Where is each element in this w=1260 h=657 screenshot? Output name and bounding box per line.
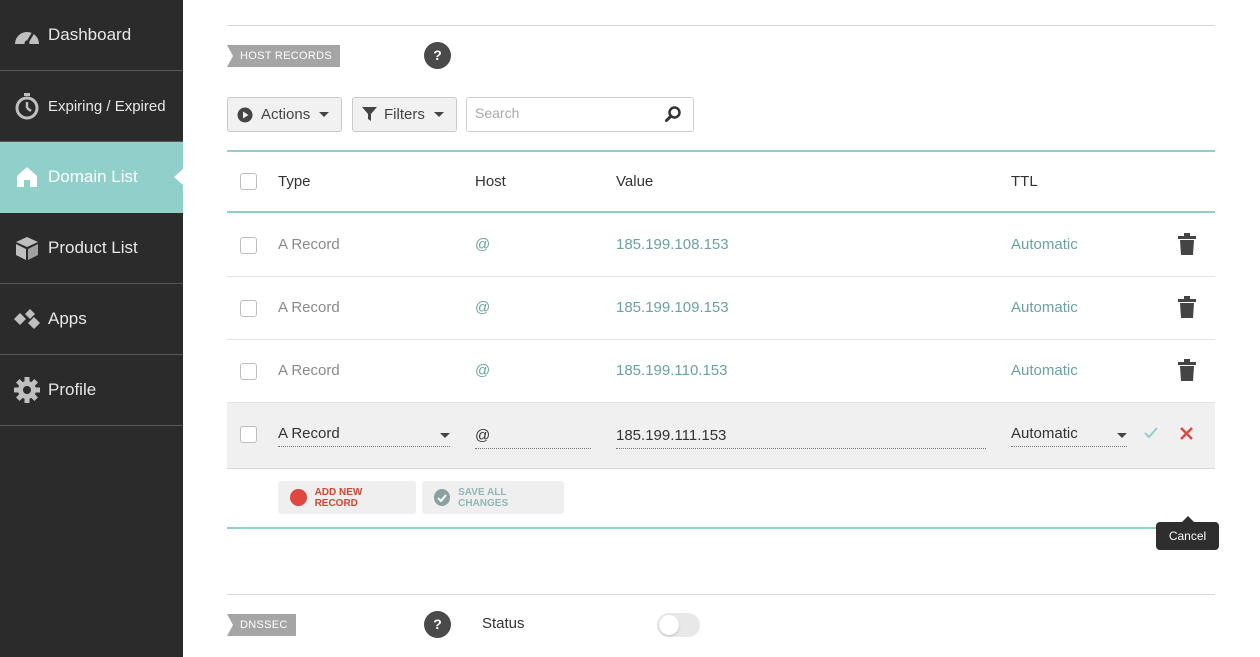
record-value: 185.199.109.153 bbox=[616, 299, 729, 316]
confirm-check-icon[interactable] bbox=[1144, 427, 1158, 439]
sidebar-item-label: Product List bbox=[48, 238, 138, 257]
record-value: 185.199.108.153 bbox=[616, 236, 729, 253]
section-bottom-border bbox=[227, 527, 1215, 529]
main-content: HOST RECORDS ? Actions Filters Type Host… bbox=[227, 0, 1215, 657]
divider bbox=[227, 25, 1215, 26]
sidebar-item-product-list[interactable]: Product List bbox=[0, 213, 183, 284]
record-type: A Record bbox=[278, 362, 340, 379]
record-value: 185.199.110.153 bbox=[616, 362, 728, 379]
check-circle-icon bbox=[434, 489, 451, 506]
table-header-border bbox=[227, 211, 1215, 213]
add-circle-icon bbox=[290, 489, 307, 506]
row-checkbox[interactable] bbox=[240, 237, 257, 254]
record-ttl: Automatic bbox=[1011, 236, 1078, 253]
cancel-tooltip: Cancel bbox=[1156, 516, 1219, 550]
filter-icon bbox=[362, 107, 377, 122]
sidebar-item-label: Domain List bbox=[48, 167, 138, 186]
sidebar-item-label: Dashboard bbox=[48, 25, 132, 44]
dnssec-toggle[interactable] bbox=[657, 613, 700, 637]
chevron-down-icon bbox=[440, 433, 450, 438]
sidebar: Dashboard Expiring / Expired Domain List… bbox=[0, 0, 183, 657]
divider bbox=[227, 594, 1215, 595]
actions-label: Actions bbox=[261, 106, 311, 123]
play-circle-icon bbox=[237, 107, 253, 123]
house-icon bbox=[12, 162, 42, 192]
record-ttl-select[interactable]: Automatic bbox=[1011, 425, 1127, 447]
record-ttl: Automatic bbox=[1011, 299, 1078, 316]
sidebar-item-apps[interactable]: Apps bbox=[0, 284, 183, 355]
section-tag-dnssec: DNSSEC bbox=[227, 614, 296, 636]
table-row: A Record @ 185.199.108.153 Automatic bbox=[227, 214, 1215, 277]
column-header-ttl[interactable]: TTL bbox=[1011, 173, 1038, 190]
record-host-input[interactable]: @ bbox=[475, 427, 591, 449]
search-input[interactable] bbox=[475, 105, 655, 121]
close-icon[interactable] bbox=[1180, 427, 1193, 440]
toggle-knob bbox=[659, 615, 679, 635]
record-host: @ bbox=[475, 362, 491, 379]
stopwatch-icon bbox=[12, 91, 42, 121]
gear-icon bbox=[12, 375, 42, 405]
sidebar-item-expiring[interactable]: Expiring / Expired bbox=[0, 71, 183, 142]
save-all-changes-button[interactable]: SAVE ALL CHANGES bbox=[422, 481, 564, 514]
trash-icon[interactable] bbox=[1178, 296, 1196, 323]
table-row: A Record @ 185.199.109.153 Automatic bbox=[227, 277, 1215, 340]
sidebar-item-label: Expiring / Expired bbox=[48, 97, 166, 115]
filters-label: Filters bbox=[384, 106, 425, 123]
record-ttl: Automatic bbox=[1011, 362, 1078, 379]
select-all-checkbox[interactable] bbox=[240, 173, 257, 190]
table-top-border bbox=[227, 150, 1215, 152]
column-header-host[interactable]: Host bbox=[475, 173, 506, 190]
row-checkbox[interactable] bbox=[240, 426, 257, 443]
record-host: @ bbox=[475, 236, 491, 253]
sidebar-item-domain-list[interactable]: Domain List bbox=[0, 142, 183, 213]
row-checkbox[interactable] bbox=[240, 300, 257, 317]
chevron-down-icon bbox=[1117, 433, 1127, 438]
edit-record-row: A Record @ 185.199.111.153 Automatic bbox=[227, 403, 1215, 469]
box-icon bbox=[12, 233, 42, 263]
dnssec-status-label: Status bbox=[482, 615, 525, 632]
record-type-value: A Record bbox=[278, 425, 340, 442]
sidebar-item-label: Apps bbox=[48, 309, 87, 328]
record-host: @ bbox=[475, 299, 491, 316]
diamonds-icon bbox=[12, 304, 42, 334]
sidebar-item-label: Profile bbox=[48, 380, 97, 399]
help-icon[interactable]: ? bbox=[424, 42, 451, 69]
search-box bbox=[466, 97, 694, 132]
add-new-record-label: ADD NEW RECORD bbox=[314, 486, 363, 509]
record-value-input[interactable]: 185.199.111.153 bbox=[616, 427, 986, 449]
column-header-value[interactable]: Value bbox=[616, 173, 653, 190]
chevron-down-icon bbox=[433, 112, 444, 117]
actions-dropdown[interactable]: Actions bbox=[227, 97, 342, 132]
help-icon[interactable]: ? bbox=[424, 611, 451, 638]
trash-icon[interactable] bbox=[1178, 359, 1196, 386]
table-row: A Record @ 185.199.110.153 Automatic bbox=[227, 340, 1215, 403]
sidebar-item-dashboard[interactable]: Dashboard bbox=[0, 0, 183, 71]
save-all-changes-label: SAVE ALL CHANGES bbox=[458, 486, 509, 509]
section-tag-host-records: HOST RECORDS bbox=[227, 45, 341, 67]
sidebar-item-profile[interactable]: Profile bbox=[0, 355, 183, 426]
record-type: A Record bbox=[278, 299, 340, 316]
chevron-down-icon bbox=[319, 112, 330, 117]
record-ttl-value: Automatic bbox=[1011, 425, 1078, 442]
trash-icon[interactable] bbox=[1178, 233, 1196, 260]
column-header-type[interactable]: Type bbox=[278, 173, 311, 190]
add-new-record-button[interactable]: ADD NEW RECORD bbox=[278, 481, 416, 514]
dashboard-icon bbox=[12, 20, 42, 50]
row-checkbox[interactable] bbox=[240, 363, 257, 380]
search-icon[interactable] bbox=[665, 106, 681, 127]
filters-dropdown[interactable]: Filters bbox=[352, 97, 457, 132]
record-type: A Record bbox=[278, 236, 340, 253]
record-type-select[interactable]: A Record bbox=[278, 425, 450, 447]
